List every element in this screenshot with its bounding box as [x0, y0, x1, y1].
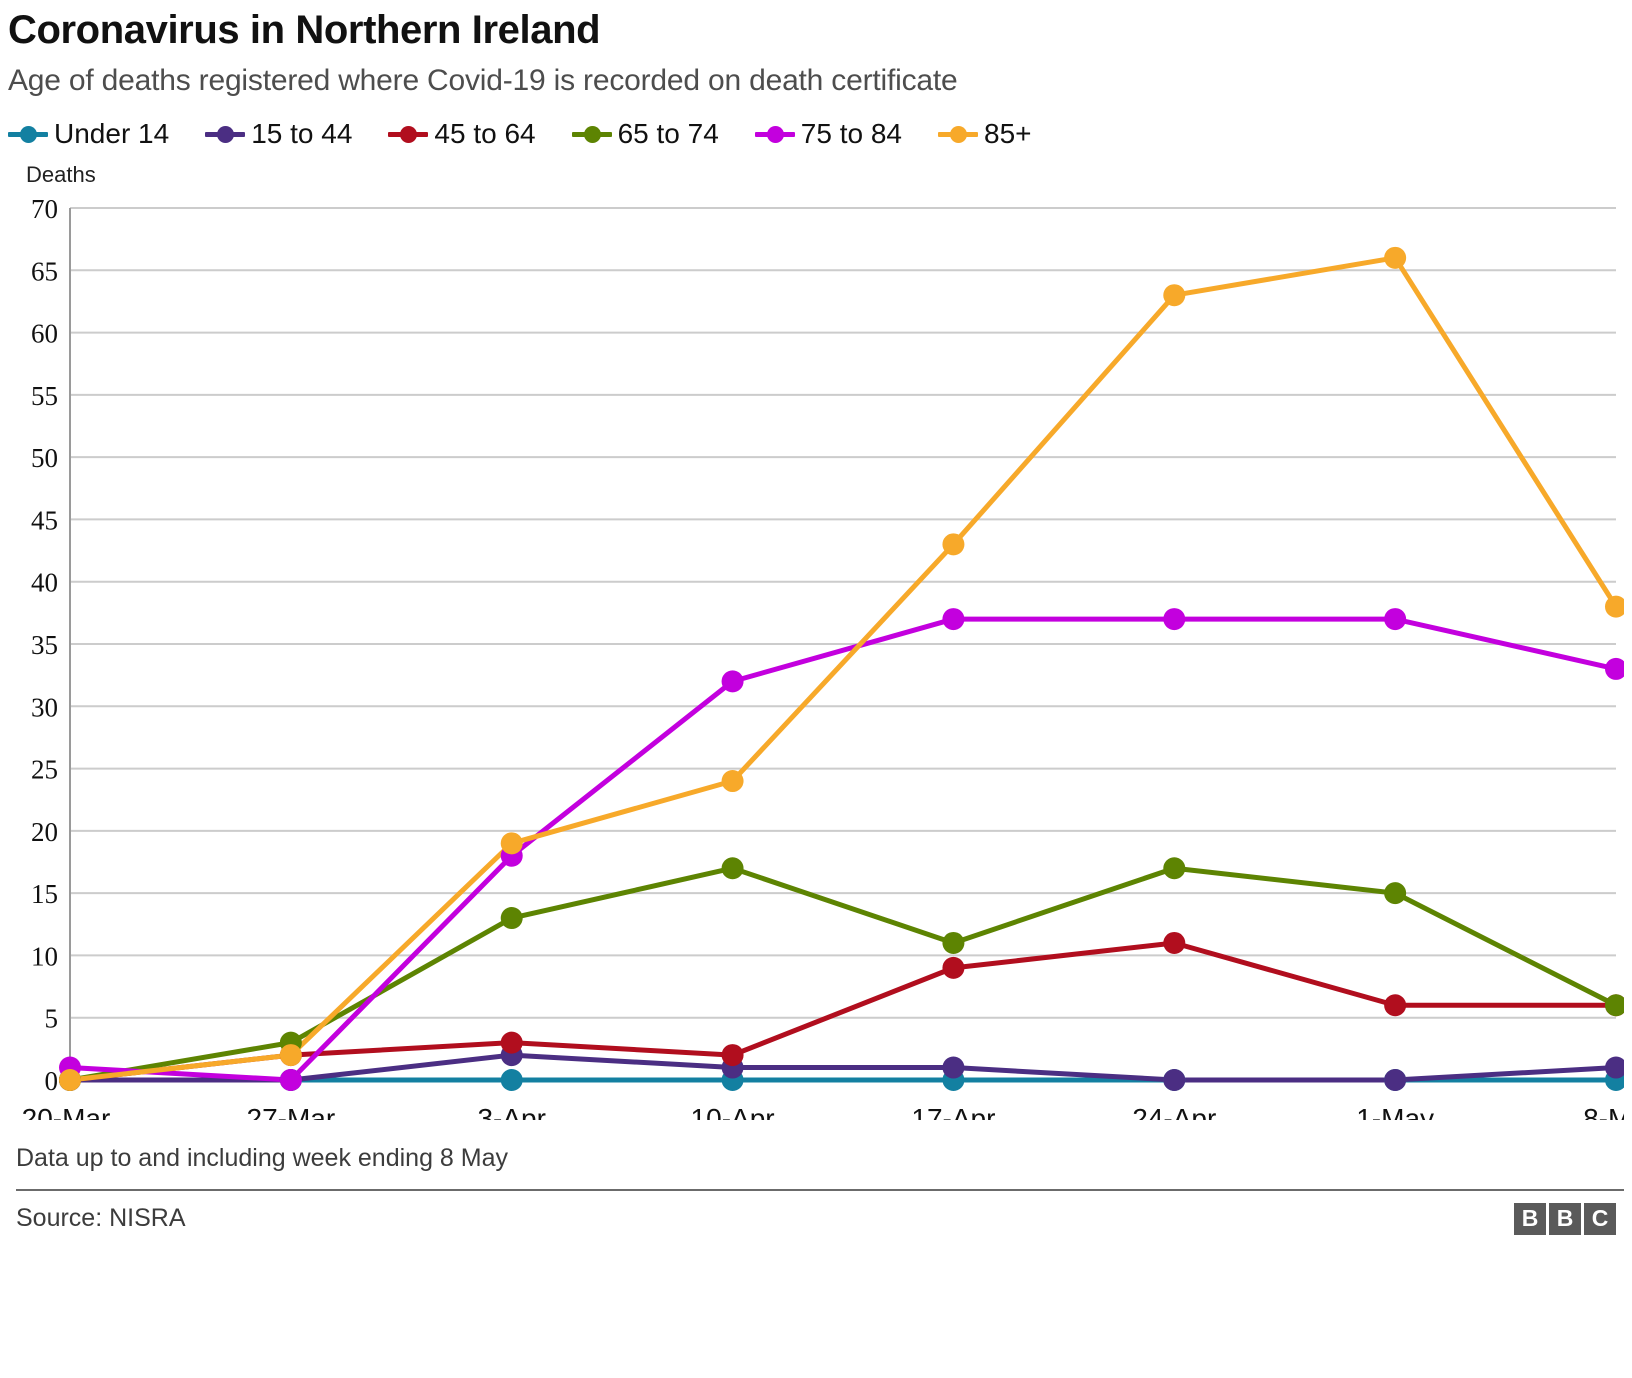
data-point[interactable] — [942, 956, 965, 979]
y-tick-label: 5 — [45, 1003, 59, 1033]
bbc-logo-letter: C — [1584, 1202, 1616, 1235]
y-tick-label: 0 — [45, 1066, 59, 1096]
y-tick-label: 20 — [31, 816, 58, 846]
legend-item-75-to-84[interactable]: 75 to 84 — [754, 117, 902, 150]
chart-page: Coronavirus in Northern Ireland Age of d… — [0, 0, 1632, 1378]
legend-label: 65 to 74 — [617, 117, 719, 149]
data-point[interactable] — [279, 1068, 302, 1091]
data-point[interactable] — [1605, 595, 1624, 618]
data-point[interactable] — [1384, 993, 1407, 1016]
x-tick-label: 3-Apr — [477, 1103, 545, 1120]
data-point[interactable] — [1163, 283, 1186, 306]
y-tick-label: 40 — [31, 567, 58, 597]
legend-item-85[interactable]: 85+ — [938, 118, 1032, 150]
y-tick-label: 65 — [31, 256, 58, 286]
data-point[interactable] — [1384, 1068, 1407, 1091]
y-tick-label: 70 — [31, 194, 58, 224]
y-tick-label: 55 — [31, 380, 58, 410]
legend-item-15-to-44[interactable]: 15 to 44 — [205, 118, 352, 150]
legend-marker-icon — [754, 122, 795, 146]
page-title: Coronavirus in Northern Ireland — [8, 8, 601, 52]
y-tick-label: 50 — [31, 443, 58, 473]
data-point[interactable] — [500, 831, 523, 854]
y-tick-label: 10 — [31, 941, 58, 971]
legend-marker-icon — [8, 122, 48, 146]
legend-label: 15 to 44 — [251, 117, 353, 149]
legend-label: 85+ — [984, 117, 1032, 149]
data-point[interactable] — [500, 1031, 523, 1054]
data-point[interactable] — [59, 1068, 81, 1091]
data-point[interactable] — [942, 1056, 965, 1079]
data-point[interactable] — [500, 906, 523, 929]
bbc-logo: BBC — [1514, 1202, 1616, 1235]
series-line-85 — [67, 254, 1619, 1082]
data-point[interactable] — [1605, 993, 1624, 1016]
data-point[interactable] — [1384, 881, 1407, 904]
y-tick-label: 25 — [31, 754, 58, 784]
x-tick-label: 8-May — [1583, 1103, 1624, 1120]
legend-marker-icon — [205, 122, 246, 146]
data-point[interactable] — [1605, 657, 1624, 680]
chart-svg: 0 5 10 15 20 25 30 35 40 45 50 55 60 65 70 20-Mar 27-Mar… — [22, 194, 1624, 1120]
page-subtitle: Age of deaths registered where Covid-19 … — [8, 64, 958, 97]
legend-label: Under 14 — [54, 117, 170, 149]
y-tick-label: 45 — [31, 505, 58, 535]
y-tick-label: 35 — [31, 630, 58, 660]
legend-item-under-14[interactable]: Under 14 — [8, 118, 169, 150]
legend-item-65-to-74[interactable]: 65 to 74 — [571, 117, 719, 150]
data-point[interactable] — [721, 669, 744, 692]
data-point[interactable] — [721, 1043, 744, 1066]
data-point[interactable] — [942, 532, 965, 555]
y-tick-label: 60 — [31, 318, 58, 348]
data-point[interactable] — [721, 856, 744, 879]
data-point[interactable] — [500, 1068, 523, 1091]
series-line-45-to-64 — [67, 939, 1619, 1082]
legend-marker-icon — [388, 122, 429, 146]
x-tick-label: 27-Mar — [247, 1103, 336, 1120]
data-point[interactable] — [1163, 607, 1186, 630]
chart-note: Data up to and including week ending 8 M… — [16, 1143, 508, 1172]
series-line-65-to-74 — [67, 865, 1619, 1082]
x-tick-label: 17-Apr — [911, 1103, 995, 1120]
data-point[interactable] — [1163, 931, 1186, 954]
line-chart: 0 5 10 15 20 25 30 35 40 45 50 55 60 65 70 20-Mar 27-Mar… — [8, 190, 1624, 1120]
data-point[interactable] — [1163, 1068, 1186, 1091]
x-tick-label: 1-May — [1356, 1103, 1434, 1120]
chart-footer: Source: NISRA BBC — [8, 1191, 1624, 1235]
legend-label: 75 to 84 — [800, 117, 902, 149]
y-tick-label: 15 — [31, 879, 58, 909]
bbc-logo-letter: B — [1514, 1202, 1546, 1235]
data-point[interactable] — [942, 607, 965, 630]
bbc-logo-letter: B — [1549, 1202, 1581, 1235]
legend-item-45-to-64[interactable]: 45 to 64 — [388, 117, 536, 150]
data-point[interactable] — [1384, 607, 1407, 630]
x-tick-label: 24-Apr — [1132, 1103, 1216, 1120]
data-point[interactable] — [942, 931, 965, 954]
data-point[interactable] — [721, 769, 744, 792]
data-point[interactable] — [1384, 246, 1407, 269]
legend-label: 45 to 64 — [434, 117, 536, 149]
y-tick-label: 30 — [31, 692, 58, 722]
source-label: Source: NISRA — [16, 1204, 186, 1232]
data-point[interactable] — [1163, 856, 1186, 879]
legend-marker-icon — [938, 122, 978, 146]
y-axis-title: Deaths — [26, 161, 96, 187]
legend-marker-icon — [571, 122, 612, 146]
x-tick-label: 10-Apr — [691, 1103, 775, 1120]
chart-legend: Under 14 15 to 44 45 to 64 65 to 74 75 to 84… — [8, 100, 1624, 150]
x-tick-label: 20-Mar — [22, 1103, 111, 1120]
data-point[interactable] — [279, 1043, 302, 1066]
